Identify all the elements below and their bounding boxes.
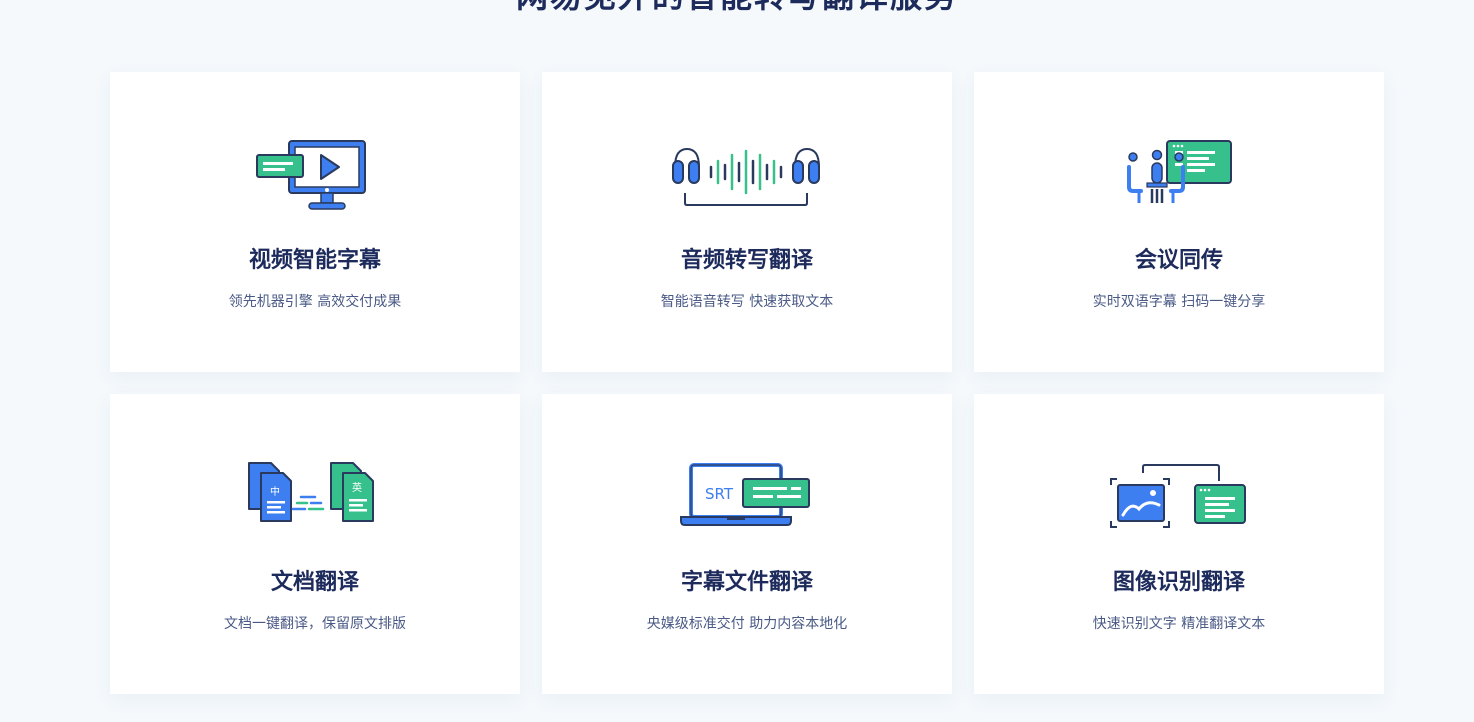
document-translate-icon: 中 英 <box>110 449 520 549</box>
card-title: 音频转写翻译 <box>680 248 813 273</box>
card-title: 会议同传 <box>1134 248 1223 273</box>
subtitle-laptop-icon: SRT <box>542 449 952 549</box>
section-title: 网易见外的智能转写翻译服务 <box>0 0 1474 16</box>
card-description: 智能语音转写 快速获取文本 <box>660 294 834 310</box>
service-card-image-ocr-translate[interactable]: 图像识别翻译 快速识别文字 精准翻译文本 <box>974 394 1384 694</box>
card-description: 快速识别文字 精准翻译文本 <box>1092 616 1266 632</box>
card-title: 图像识别翻译 <box>1112 570 1245 595</box>
meeting-screen-icon <box>974 127 1384 227</box>
service-card-audio-transcribe[interactable]: 音频转写翻译 智能语音转写 快速获取文本 <box>542 72 952 372</box>
image-ocr-icon <box>974 449 1384 549</box>
service-card-meeting-interpretation[interactable]: 会议同传 实时双语字幕 扫码一键分享 <box>974 72 1384 372</box>
source-language-label: 中 <box>270 485 280 498</box>
video-monitor-icon <box>110 127 520 227</box>
card-description: 实时双语字幕 扫码一键分享 <box>1092 294 1266 310</box>
audio-waveform-icon <box>542 127 952 227</box>
card-description: 领先机器引擎 高效交付成果 <box>228 294 402 310</box>
card-description: 央媒级标准交付 助力内容本地化 <box>646 616 848 632</box>
srt-badge-label: SRT <box>705 485 734 503</box>
card-title: 视频智能字幕 <box>248 248 381 273</box>
service-card-video-subtitle[interactable]: 视频智能字幕 领先机器引擎 高效交付成果 <box>110 72 520 372</box>
service-card-subtitle-file-translate[interactable]: SRT 字幕文件翻译 央媒级标准交付 助力内容本地化 <box>542 394 952 694</box>
card-title: 字幕文件翻译 <box>680 570 813 595</box>
target-language-label: 英 <box>352 481 362 494</box>
card-description: 文档一键翻译，保留原文排版 <box>224 616 406 632</box>
services-grid: 视频智能字幕 领先机器引擎 高效交付成果 音频转写翻译 智能语音转写 快速获取文… <box>110 72 1384 694</box>
service-card-document-translate[interactable]: 中 英 文档翻译 文档一键翻译，保留原文排版 <box>110 394 520 694</box>
card-title: 文档翻译 <box>270 570 359 595</box>
